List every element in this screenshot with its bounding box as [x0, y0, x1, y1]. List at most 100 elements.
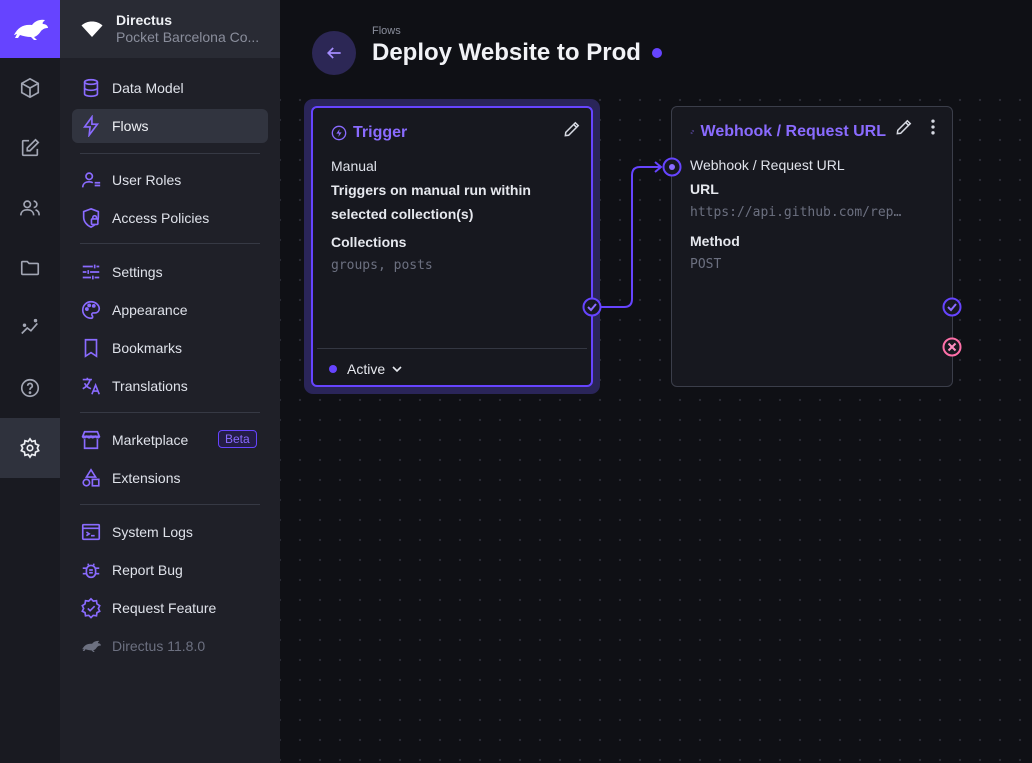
wifi-icon — [81, 21, 103, 37]
nav-label: Data Model — [112, 80, 184, 96]
nav-extensions[interactable]: Extensions — [72, 461, 268, 495]
nav-divider — [80, 412, 260, 413]
nav-system-logs[interactable]: System Logs — [72, 515, 268, 549]
card-divider — [317, 348, 587, 349]
rail-visual-editor[interactable] — [0, 118, 60, 178]
status-dot — [329, 365, 337, 373]
operation-subtitle: Webhook / Request URL — [690, 157, 845, 173]
nav-flows[interactable]: Flows — [72, 109, 268, 143]
rail-help[interactable] — [0, 358, 60, 418]
nav-label: System Logs — [112, 524, 193, 540]
rail-users[interactable] — [0, 178, 60, 238]
module-rail — [0, 0, 60, 763]
gear-icon — [20, 437, 40, 459]
trigger-description-2: selected collection(s) — [331, 206, 474, 222]
page-title: Deploy Website to Prod — [372, 39, 641, 66]
rail-insights[interactable] — [0, 298, 60, 358]
nav-user-roles[interactable]: User Roles — [72, 163, 268, 197]
nav-bookmarks[interactable]: Bookmarks — [72, 331, 268, 365]
operation-title-text: Webhook / Request URL — [700, 123, 887, 140]
bolt-circle-icon — [331, 125, 347, 141]
trigger-title-text: Trigger — [353, 124, 408, 141]
users-icon — [20, 200, 40, 216]
storefront-icon — [81, 430, 101, 450]
version-info: Directus 11.8.0 — [72, 629, 268, 663]
active-status-dot — [652, 48, 662, 58]
nav-access-policies[interactable]: Access Policies — [72, 201, 268, 235]
nav-divider — [80, 504, 260, 505]
nav-label: Request Feature — [112, 600, 217, 616]
bug-icon — [82, 563, 100, 579]
method-label: Method — [690, 233, 740, 249]
nav-divider — [80, 243, 260, 244]
method-value: POST — [690, 257, 722, 272]
breadcrumb[interactable]: Flows — [372, 25, 401, 37]
palette-icon — [82, 300, 101, 320]
nav-label: Access Policies — [112, 210, 210, 226]
tune-icon — [82, 264, 100, 280]
rabbit-logo-icon — [82, 640, 101, 653]
nav-label: Extensions — [112, 470, 181, 486]
nav-settings[interactable]: Settings — [72, 255, 268, 289]
settings-navigation: Directus Pocket Barcelona Co... Data Mod… — [60, 0, 280, 763]
project-switcher[interactable]: Directus Pocket Barcelona Co... — [60, 0, 280, 58]
rail-settings[interactable] — [0, 418, 60, 478]
chevron-down-icon — [392, 366, 402, 373]
bolt-icon — [82, 115, 100, 137]
url-value: https://api.github.com/rep… — [690, 205, 902, 220]
trigger-resolve-port[interactable] — [582, 297, 602, 317]
operation-card[interactable]: Webhook / Request URL Webhook / Request … — [671, 106, 953, 387]
rail-content[interactable] — [0, 58, 60, 118]
trigger-card[interactable]: Trigger Manual Triggers on manual run wi… — [311, 106, 593, 387]
shield-lock-icon — [82, 207, 100, 229]
status-dropdown[interactable]: Active — [329, 361, 405, 377]
nav-label: Marketplace — [112, 432, 189, 448]
translate-icon — [82, 377, 101, 395]
cube-icon — [20, 77, 40, 99]
nav-translations[interactable]: Translations — [72, 369, 268, 403]
category-icon — [82, 468, 100, 487]
user-roles-icon — [81, 172, 101, 188]
nav-label: Flows — [112, 118, 149, 134]
beta-badge: Beta — [218, 430, 257, 448]
project-subtitle: Pocket Barcelona Co... — [116, 29, 260, 45]
verified-icon — [81, 597, 101, 619]
help-icon — [20, 378, 40, 398]
nav-label: Bookmarks — [112, 340, 183, 356]
trigger-title: Trigger — [331, 124, 407, 142]
folder-icon — [20, 260, 40, 276]
terminal-icon — [81, 523, 101, 541]
directus-logo[interactable] — [0, 0, 60, 58]
database-icon — [83, 78, 99, 98]
rail-files[interactable] — [0, 238, 60, 298]
trigger-description-1: Triggers on manual run within — [331, 182, 531, 198]
edit-trigger-icon[interactable] — [562, 119, 582, 139]
nav-divider — [80, 153, 260, 154]
url-label: URL — [690, 181, 719, 197]
version-label: Directus 11.8.0 — [112, 638, 206, 654]
nav-appearance[interactable]: Appearance — [72, 293, 268, 327]
nav-request-feature[interactable]: Request Feature — [72, 591, 268, 625]
operation-reject-port[interactable] — [942, 337, 962, 357]
link-icon — [690, 130, 694, 134]
status-label: Active — [347, 361, 386, 377]
nav-label: Appearance — [112, 302, 188, 318]
insights-icon — [21, 318, 38, 335]
operation-input-port[interactable] — [662, 157, 682, 177]
nav-label: Translations — [112, 378, 188, 394]
trigger-type: Manual — [331, 158, 377, 174]
more-vert-icon[interactable] — [923, 117, 943, 137]
nav-data-model[interactable]: Data Model — [72, 71, 268, 105]
nav-report-bug[interactable]: Report Bug — [72, 553, 268, 587]
edit-operation-icon[interactable] — [894, 117, 914, 137]
nav-label: User Roles — [112, 172, 182, 188]
edit-note-icon — [21, 138, 40, 157]
back-button[interactable] — [312, 31, 356, 75]
operation-resolve-port[interactable] — [942, 297, 962, 317]
nav-label: Settings — [112, 264, 163, 280]
operation-title: Webhook / Request URL — [690, 123, 886, 141]
collections-value: groups, posts — [331, 258, 433, 273]
collections-label: Collections — [331, 234, 407, 250]
bookmark-icon — [84, 338, 98, 358]
rabbit-logo-icon — [14, 19, 48, 40]
